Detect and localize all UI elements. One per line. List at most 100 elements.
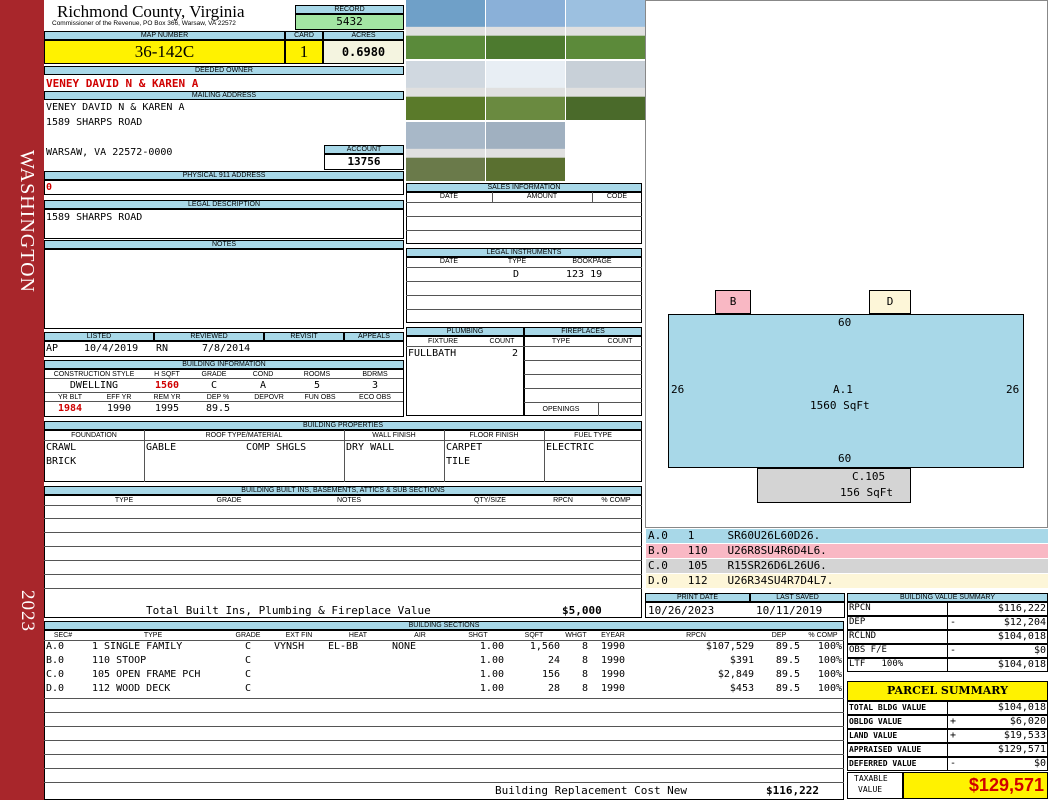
bvs-value: $104,018 xyxy=(997,659,1046,670)
account-value: 13756 xyxy=(324,154,404,170)
builtins-head: % COMP xyxy=(601,497,631,504)
divider xyxy=(44,740,844,741)
sketch-c-label: C.105 xyxy=(852,470,886,483)
reviewed-by: RN xyxy=(156,343,169,354)
section-cell: 1.00 xyxy=(479,669,504,680)
taxable-value: $129,571 xyxy=(903,772,1048,799)
section-head: HEAT xyxy=(348,632,368,639)
rcn-label: Building Replacement Cost New xyxy=(495,784,688,797)
parcel-value: $104,018 xyxy=(997,702,1046,713)
props-label: BUILDING PROPERTIES xyxy=(44,421,642,430)
section-cell: 1990 xyxy=(600,655,626,666)
section-cell: 1990 xyxy=(600,683,626,694)
divider xyxy=(44,768,844,769)
section-head: EYEAR xyxy=(601,632,625,639)
district-label: WASHINGTON xyxy=(16,150,38,293)
foundation-1: CRAWL xyxy=(46,442,77,453)
bvs-label-cell: RCLND xyxy=(849,631,877,641)
legal-desc: 1589 SHARPS ROAD xyxy=(46,212,143,223)
builtins-head: TYPE xyxy=(114,497,134,504)
divider xyxy=(44,574,642,575)
bvs-sign: - xyxy=(950,617,957,628)
section-cell: 112 WOOD DECK xyxy=(92,683,171,694)
sketch-a-sqft: 1560 SqFt xyxy=(810,399,870,412)
section-cell: C.0 xyxy=(46,669,65,680)
print-date-label: PRINT DATE xyxy=(645,593,750,602)
builtins-total-label: Total Built Ins, Plumbing & Fireplace Va… xyxy=(146,604,431,617)
rcn-value: $116,222 xyxy=(766,784,819,797)
property-photo xyxy=(406,61,485,120)
divider xyxy=(44,754,844,755)
taxable-label-2: VALUE xyxy=(858,785,883,794)
parcel-value: $6,020 xyxy=(1009,716,1046,727)
section-cell: NONE xyxy=(392,641,417,652)
fuel-type: ELECTRIC xyxy=(546,442,595,453)
card-number: 1 xyxy=(285,40,323,64)
builtins-head: GRADE xyxy=(216,497,242,504)
parcel-label-cell: OBLDG VALUE xyxy=(849,717,902,726)
side-band xyxy=(0,0,44,800)
account-label: ACCOUNT xyxy=(324,145,404,154)
sketch-section-d: D xyxy=(869,290,911,314)
section-cell: 1 SINGLE FAMILY xyxy=(92,641,183,652)
section-cell: 156 xyxy=(541,669,560,680)
reviewed-date: 7/8/2014 xyxy=(202,343,251,354)
notes-box xyxy=(44,249,404,329)
section-cell: $391 xyxy=(729,655,754,666)
section-cell: 8 xyxy=(581,683,588,694)
listed-label: LISTED xyxy=(44,332,154,341)
bvs-value: $0 xyxy=(1033,645,1046,656)
sketch-c-sqft: 156 SqFt xyxy=(840,486,893,499)
bvs-label-cell: LTF 100% xyxy=(849,659,904,669)
divider xyxy=(44,698,844,699)
section-cell: 1,560 xyxy=(529,641,560,652)
sketch-legend-row: A.0 1 SR60U26L60D26. xyxy=(646,529,1048,543)
parcel-sign: + xyxy=(950,716,957,727)
foundation-2: BRICK xyxy=(46,456,77,467)
section-cell: 8 xyxy=(581,655,588,666)
sketch-section-b: B xyxy=(715,290,751,314)
li-type: D xyxy=(513,269,520,280)
last-saved: 10/11/2019 xyxy=(756,604,823,617)
map-label: MAP NUMBER xyxy=(44,31,285,40)
section-cell: 1.00 xyxy=(479,641,504,652)
county-title: Richmond County, Virginia xyxy=(57,2,245,21)
li-book: 123 19 xyxy=(566,269,603,280)
fixture-count: 2 xyxy=(512,348,519,359)
divider xyxy=(44,712,844,713)
fire-count-head: COUNT xyxy=(607,338,633,345)
divider xyxy=(44,640,844,641)
legal-label: LEGAL DESCRIPTION xyxy=(44,200,404,209)
divider xyxy=(44,505,642,506)
print-date: 10/26/2023 xyxy=(648,604,715,617)
record-label: RECORD xyxy=(295,5,404,14)
floor-2: TILE xyxy=(446,456,471,467)
appeals-label: APPEALS xyxy=(344,332,404,341)
mailing-label: MAILING ADDRESS xyxy=(44,91,404,100)
sketch-dim-top: 60 xyxy=(838,316,852,329)
year-label: 2023 xyxy=(17,590,38,632)
divider xyxy=(44,726,844,727)
wall-head: WALL FINISH xyxy=(372,432,416,439)
builtins-head: QTY/SIZE xyxy=(474,497,506,504)
sketch-dim-right: 26 xyxy=(1006,383,1020,396)
fire-type-head: TYPE xyxy=(551,338,571,345)
section-cell: 1.00 xyxy=(479,683,504,694)
section-head: SQFT xyxy=(524,632,544,639)
bvs-value: $104,018 xyxy=(997,631,1046,642)
property-photo xyxy=(566,61,645,120)
property-photo xyxy=(486,0,565,59)
section-cell: 100% xyxy=(817,655,842,666)
divider xyxy=(44,588,642,589)
listed-date: 10/4/2019 xyxy=(84,343,139,354)
foundation-head: FOUNDATION xyxy=(71,432,117,439)
bvs-label-cell: OBS F/E xyxy=(849,645,887,655)
section-cell: 89.5 xyxy=(775,655,800,666)
section-cell: 89.5 xyxy=(775,669,800,680)
section-cell: C xyxy=(244,655,252,666)
section-cell: 1.00 xyxy=(479,655,504,666)
notes-label: NOTES xyxy=(44,240,404,249)
fixture-head: FIXTURE xyxy=(428,338,458,345)
section-cell: B.0 xyxy=(46,655,65,666)
floor-1: CARPET xyxy=(446,442,483,453)
